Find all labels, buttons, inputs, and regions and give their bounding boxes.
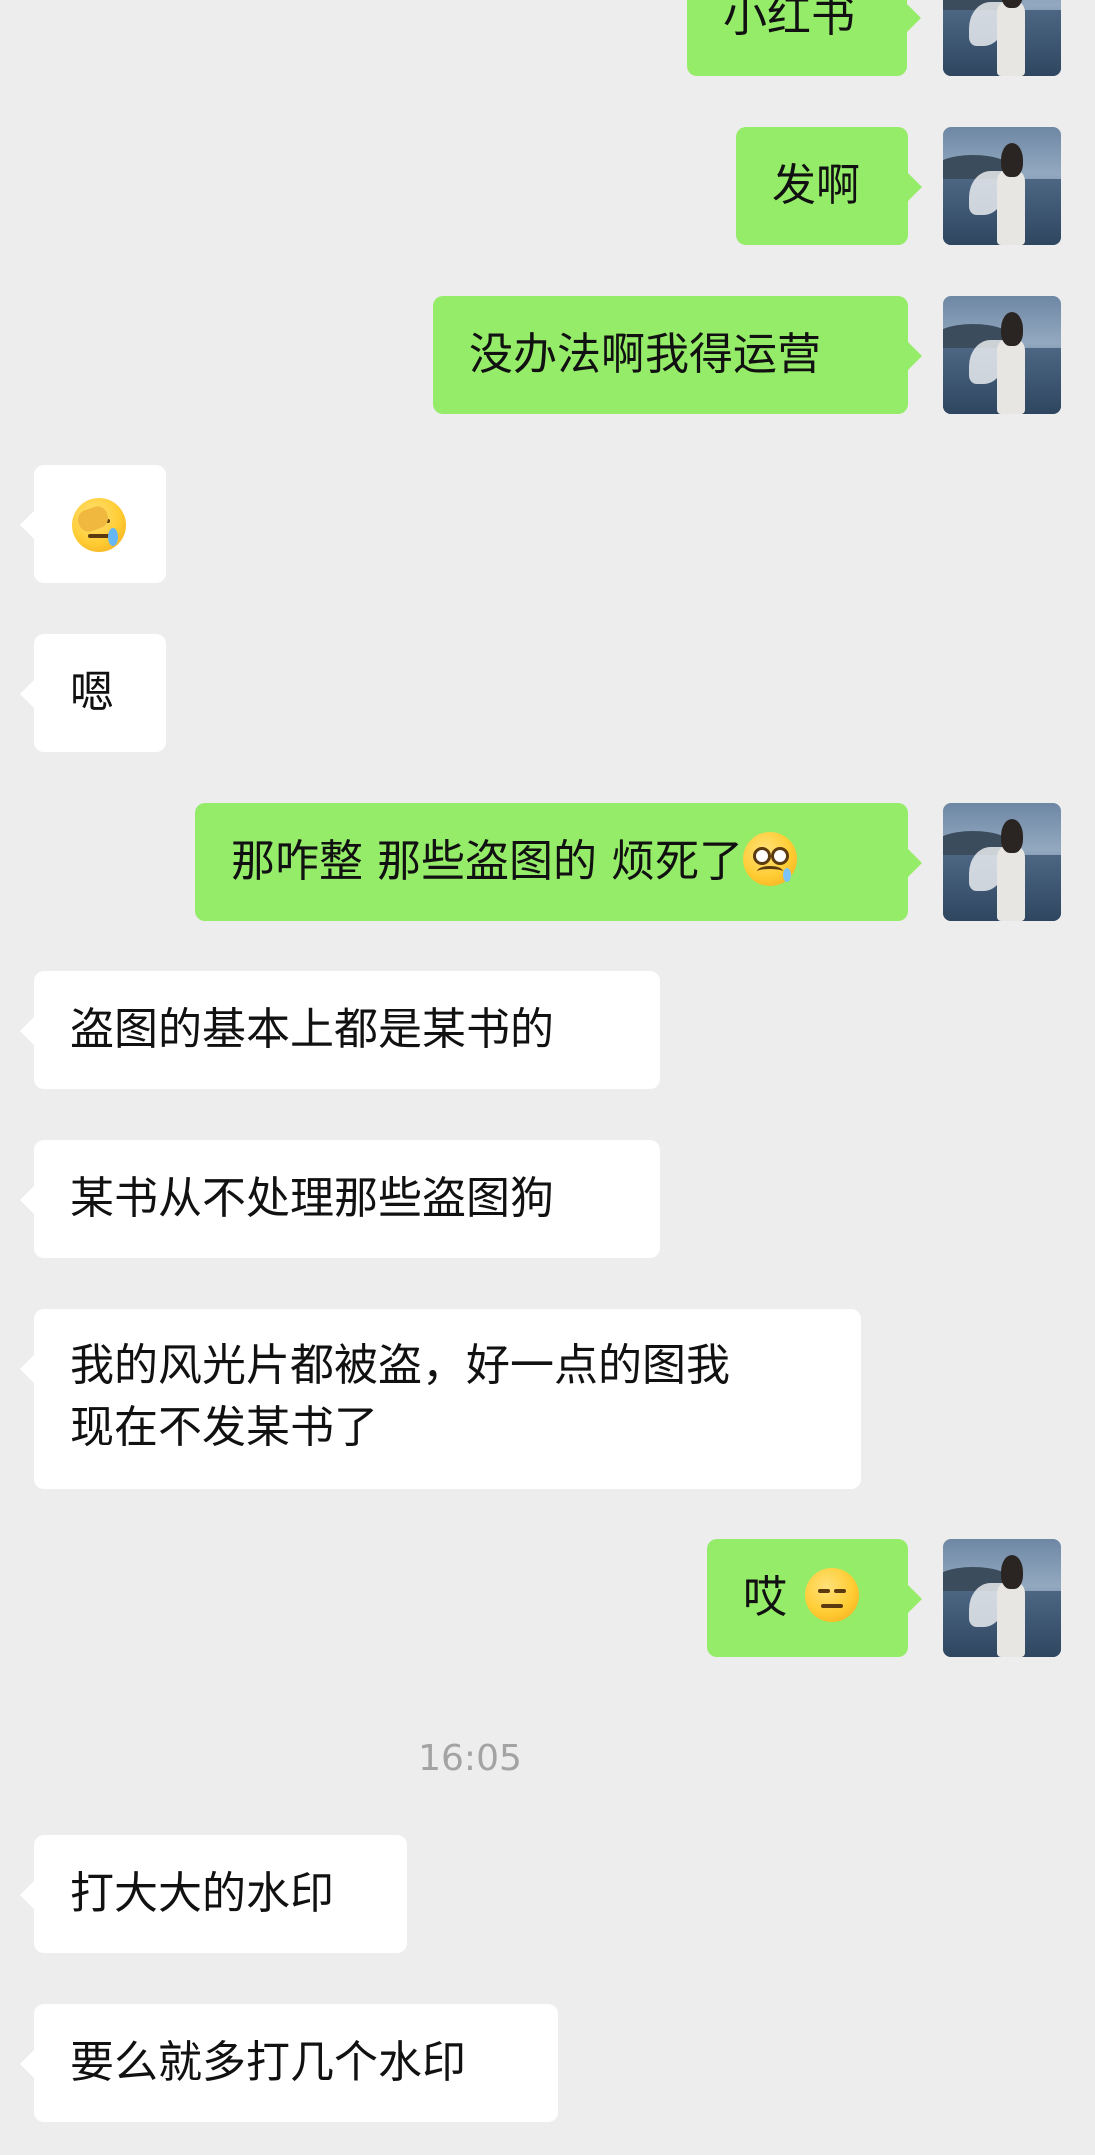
message-text: 盗图的基本上都是某书的 (70, 1004, 554, 1055)
message-text: 那咋整 那些盗图的 烦死了 (231, 836, 743, 887)
avatar[interactable] (943, 127, 1061, 245)
avatar[interactable] (943, 0, 1061, 76)
avatar[interactable] (943, 1539, 1061, 1657)
message-bubble-sent[interactable]: 哎 (707, 1539, 922, 1657)
message-text: 某书从不处理那些盗图狗 (70, 1173, 554, 1224)
message-bubble-received[interactable]: 嗯 (20, 634, 166, 752)
message-bubble-received[interactable]: 我的风光片都被盗，好一点的图我 现在不发某书了 (20, 1309, 861, 1489)
message-text: 小红书 (723, 0, 855, 42)
message-bubble-received[interactable]: 某书从不处理那些盗图狗 (20, 1140, 660, 1258)
message-text: 嗯 (70, 667, 114, 718)
message-text-line: 我的风光片都被盗，好一点的图我 (70, 1340, 730, 1391)
chat-timestamp: 16:05 (418, 1738, 522, 1779)
face-palm-crying-emoji (72, 498, 126, 552)
avatar[interactable] (943, 803, 1061, 921)
message-text-line: 现在不发某书了 (70, 1402, 378, 1453)
message-text: 要么就多打几个水印 (70, 2037, 466, 2088)
message-text: 发啊 (772, 160, 860, 211)
expressionless-face-emoji (805, 1568, 859, 1622)
message-text: 哎 (743, 1572, 787, 1623)
message-bubble-received[interactable]: 打大大的水印 (20, 1835, 407, 1953)
message-bubble-sent[interactable]: 小红书 (687, 0, 921, 76)
message-bubble-received[interactable]: 盗图的基本上都是某书的 (20, 971, 660, 1089)
message-bubble-sent[interactable]: 那咋整 那些盗图的 烦死了 (195, 803, 922, 921)
message-bubble-sent[interactable]: 没办法啊我得运营 (433, 296, 922, 414)
message-text: 没办法啊我得运营 (469, 329, 821, 380)
message-text: 打大大的水印 (70, 1868, 334, 1919)
woozy-face-emoji (742, 832, 797, 886)
message-bubble-sent[interactable]: 发啊 (736, 127, 922, 245)
message-bubble-received[interactable] (20, 465, 166, 583)
message-bubble-received[interactable]: 要么就多打几个水印 (20, 2004, 558, 2122)
avatar[interactable] (943, 296, 1061, 414)
